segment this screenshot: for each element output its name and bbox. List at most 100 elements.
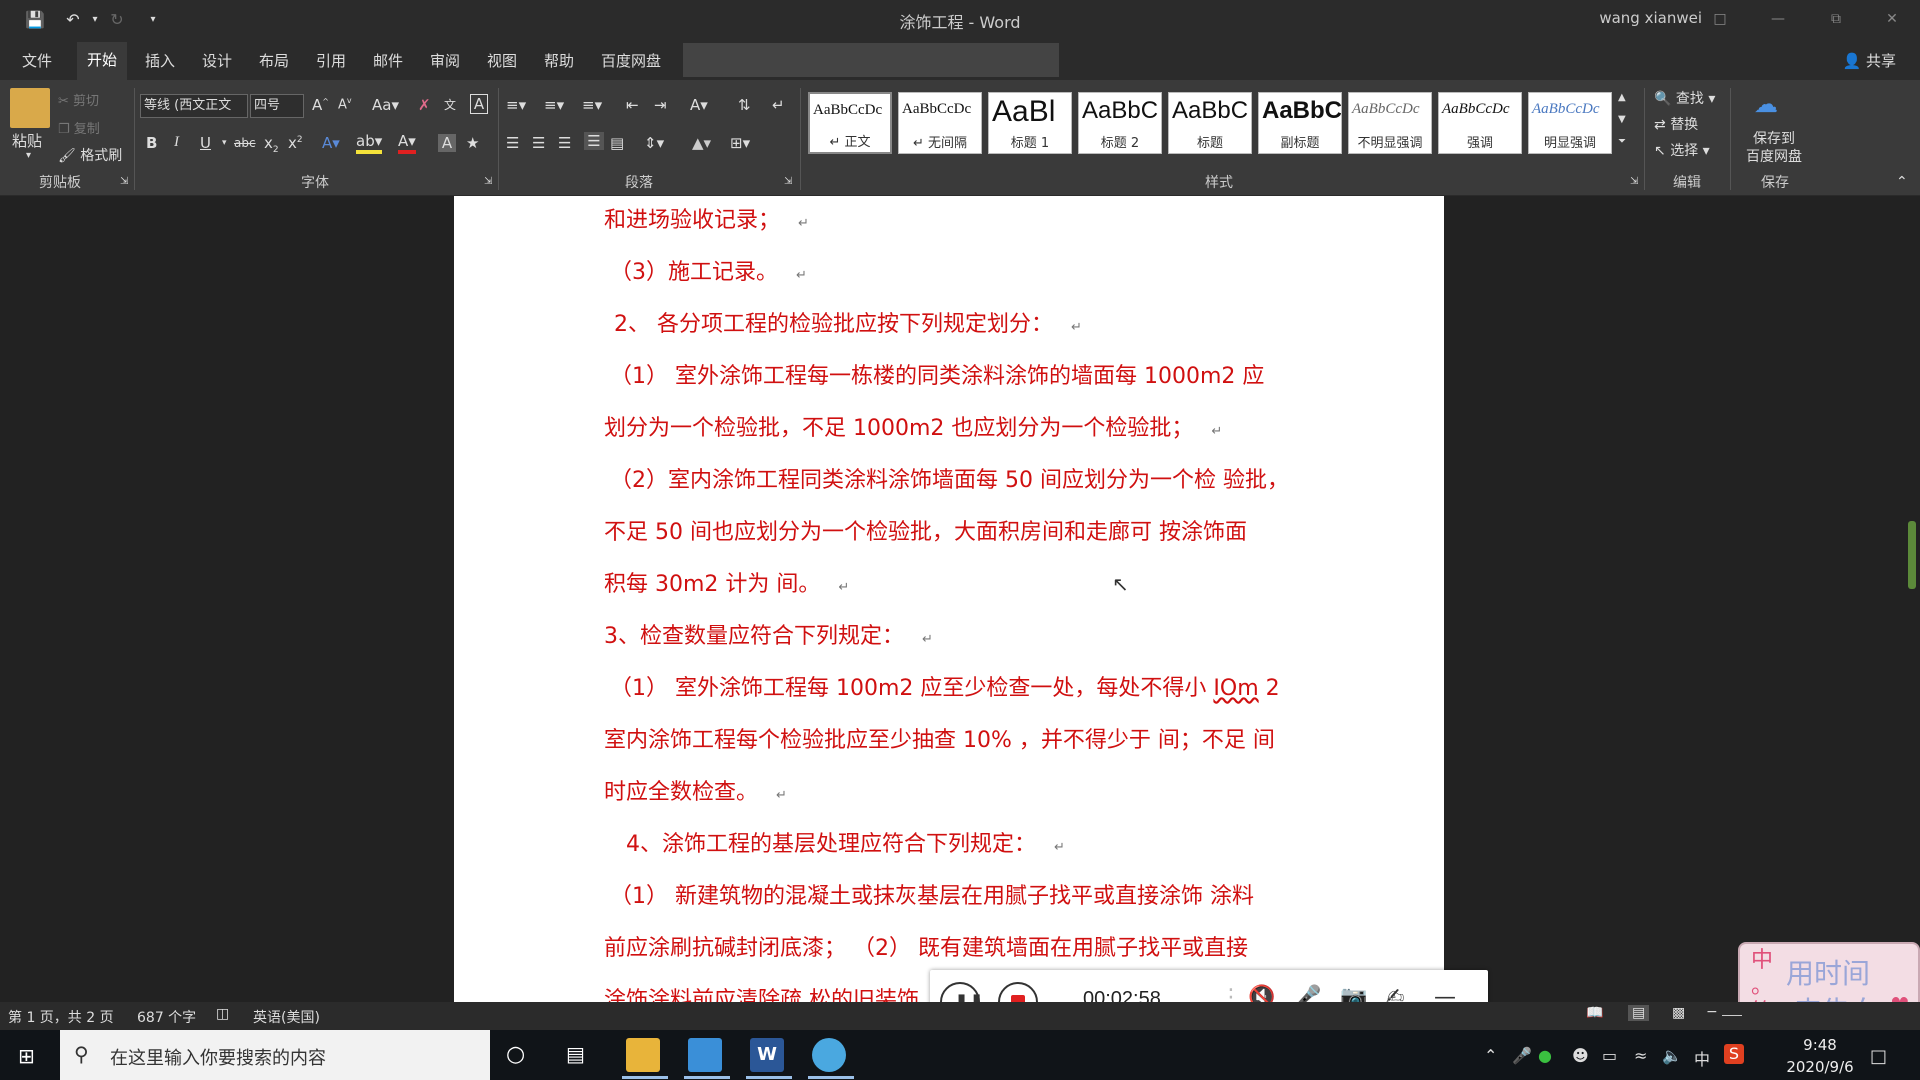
align-right-icon[interactable]: ☰	[558, 134, 571, 152]
change-case-icon[interactable]: Aa▾	[372, 96, 399, 114]
minimize-icon[interactable]: —	[1758, 4, 1798, 34]
line-spacing-icon[interactable]: ⇕▾	[644, 134, 664, 152]
multilevel-list-icon[interactable]: ≡▾	[582, 96, 602, 114]
page-count[interactable]: 第 1 页，共 2 页	[8, 1007, 114, 1027]
chinese-layout-icon[interactable]: A▾	[690, 96, 708, 114]
tab-view[interactable]: 视图	[487, 50, 517, 71]
replace-button[interactable]: ⇄ 替换	[1654, 114, 1698, 134]
style-normal[interactable]: AaBbCcDc ↵ 正文	[808, 92, 892, 154]
underline-icon[interactable]: U	[200, 134, 211, 152]
tab-insert[interactable]: 插入	[145, 50, 175, 71]
paste-label[interactable]: 粘贴	[12, 130, 42, 151]
microphone-tray-icon[interactable]: 🎤	[1512, 1046, 1532, 1065]
strikethrough-icon[interactable]: abc	[234, 136, 256, 150]
user-name[interactable]: wang xianwei	[1599, 9, 1702, 27]
cortana-icon[interactable]: ○	[506, 1042, 525, 1067]
tab-mailings[interactable]: 邮件	[373, 50, 403, 71]
subscript-icon[interactable]: x2	[264, 134, 279, 155]
wechat-tray-icon[interactable]: ●	[1538, 1046, 1552, 1065]
photos-app-icon[interactable]	[688, 1038, 722, 1072]
style-emphasis[interactable]: AaBbCcDc 强调	[1438, 92, 1522, 154]
tab-file[interactable]: 文件	[22, 50, 52, 71]
enclose-characters-icon[interactable]: ★	[466, 134, 479, 152]
style-title[interactable]: AaBbC 标题	[1168, 92, 1252, 154]
tab-references[interactable]: 引用	[316, 50, 346, 71]
italic-icon[interactable]: I	[174, 134, 179, 151]
align-left-icon[interactable]: ☰	[506, 134, 519, 152]
style-subtitle[interactable]: AaBbC 副标题	[1258, 92, 1342, 154]
phonetic-guide-icon[interactable]: 文	[444, 96, 456, 113]
tab-baidu-netdisk[interactable]: 百度网盘	[601, 50, 661, 71]
numbering-icon[interactable]: ≡▾	[544, 96, 564, 114]
paste-icon[interactable]	[10, 88, 50, 128]
bold-icon[interactable]: B	[146, 134, 157, 152]
scrollbar-thumb[interactable]	[1908, 521, 1916, 589]
style-heading-2[interactable]: AaBbC 标题 2	[1078, 92, 1162, 154]
tab-design[interactable]: 设计	[202, 50, 232, 71]
show-marks-icon[interactable]: ↵	[772, 96, 785, 114]
show-hidden-icons-icon[interactable]: ⌃	[1484, 1046, 1497, 1065]
distributed-icon[interactable]: ▤	[610, 134, 624, 152]
sogou-ime-icon[interactable]: S	[1724, 1044, 1744, 1064]
action-center-icon[interactable]: □	[1870, 1046, 1887, 1067]
shading-icon[interactable]: ▲▾	[692, 134, 711, 152]
sort-icon[interactable]: ⇅	[738, 96, 751, 114]
tab-home[interactable]: 开始	[77, 42, 128, 80]
restore-icon[interactable]: ⧉	[1816, 4, 1856, 34]
system-clock[interactable]: 9:48 2020/9/6	[1780, 1034, 1860, 1078]
increase-indent-icon[interactable]: ⇥	[654, 96, 667, 114]
font-launcher-icon[interactable]: ⇲	[484, 176, 492, 187]
tell-me-search[interactable]	[683, 43, 1059, 77]
styles-scroll-down-icon[interactable]: ▼	[1618, 114, 1626, 125]
ribbon-display-options-icon[interactable]: □	[1700, 4, 1740, 34]
share-button[interactable]: 👤 共享	[1843, 50, 1896, 71]
task-view-icon[interactable]: ▤	[566, 1042, 585, 1066]
font-size-combo[interactable]: 四号	[250, 94, 304, 118]
justify-icon[interactable]: ☰	[584, 132, 604, 150]
word-app-icon[interactable]: W	[750, 1038, 784, 1072]
character-border-icon[interactable]: A	[470, 94, 488, 114]
highlight-color-icon[interactable]: ab▾	[356, 132, 383, 154]
paste-dropdown-icon[interactable]: ▾	[26, 150, 31, 161]
underline-dropdown-icon[interactable]: ▾	[222, 138, 227, 148]
recorder-app-icon[interactable]	[812, 1038, 846, 1072]
paragraph-launcher-icon[interactable]: ⇲	[784, 176, 792, 187]
select-button[interactable]: ↖ 选择 ▾	[1654, 140, 1710, 160]
align-center-icon[interactable]: ☰	[532, 134, 545, 152]
close-icon[interactable]: ✕	[1872, 4, 1912, 34]
styles-scroll-up-icon[interactable]: ▲	[1618, 92, 1626, 103]
language-indicator[interactable]: 英语(美国)	[253, 1007, 320, 1027]
character-shading-icon[interactable]: A	[438, 134, 456, 152]
read-mode-icon[interactable]: 📖	[1586, 1005, 1603, 1021]
style-heading-1[interactable]: AaBl 标题 1	[988, 92, 1072, 154]
text-effects-icon[interactable]: A▾	[322, 134, 340, 152]
zoom-slider[interactable]	[1722, 1015, 1742, 1016]
copy-button[interactable]: ❐ 复制	[58, 118, 100, 137]
windows-start-icon[interactable]: ⊞	[18, 1044, 35, 1068]
cut-button[interactable]: ✂ 剪切	[58, 90, 99, 109]
taskbar-search-box[interactable]: ⚲ 在这里输入你要搜索的内容	[60, 1030, 490, 1080]
style-intense-emphasis[interactable]: AaBbCcDc 明显强调	[1528, 92, 1612, 154]
web-layout-icon[interactable]: ▩	[1672, 1005, 1685, 1021]
qq-tray-icon[interactable]: ☻	[1572, 1046, 1589, 1065]
volume-icon[interactable]: 🔈	[1662, 1046, 1682, 1065]
style-subtle-emphasis[interactable]: AaBbCcDc 不明显强调	[1348, 92, 1432, 154]
save-to-baidu-button[interactable]: 保存到 百度网盘	[1738, 130, 1810, 166]
document-page[interactable]: 和进场验收记录； ↵ （3）施工记录。 ↵ 2、 各分项工程的检验批应按下列规定划分…	[454, 196, 1444, 1002]
borders-icon[interactable]: ⊞▾	[730, 134, 750, 152]
format-painter-button[interactable]: 🖌 格式刷	[58, 145, 122, 165]
proofing-icon[interactable]: ◫	[216, 1006, 229, 1022]
zoom-out-icon[interactable]: −	[1706, 1004, 1718, 1020]
tab-review[interactable]: 审阅	[430, 50, 460, 71]
collapse-ribbon-icon[interactable]: ⌃	[1896, 174, 1908, 190]
font-family-combo[interactable]: 等线 (西文正文	[140, 94, 248, 118]
tab-help[interactable]: 帮助	[544, 50, 574, 71]
clipboard-launcher-icon[interactable]: ⇲	[120, 176, 128, 187]
grow-font-icon[interactable]: A^	[312, 96, 329, 114]
baidu-netdisk-icon[interactable]: ☁	[1754, 90, 1778, 118]
battery-icon[interactable]: ▭	[1602, 1046, 1617, 1065]
clear-formatting-icon[interactable]: ✗	[418, 96, 431, 114]
superscript-icon[interactable]: x2	[288, 134, 303, 152]
font-color-icon[interactable]: A▾	[398, 132, 416, 154]
ime-indicator[interactable]: 中	[1694, 1046, 1710, 1070]
